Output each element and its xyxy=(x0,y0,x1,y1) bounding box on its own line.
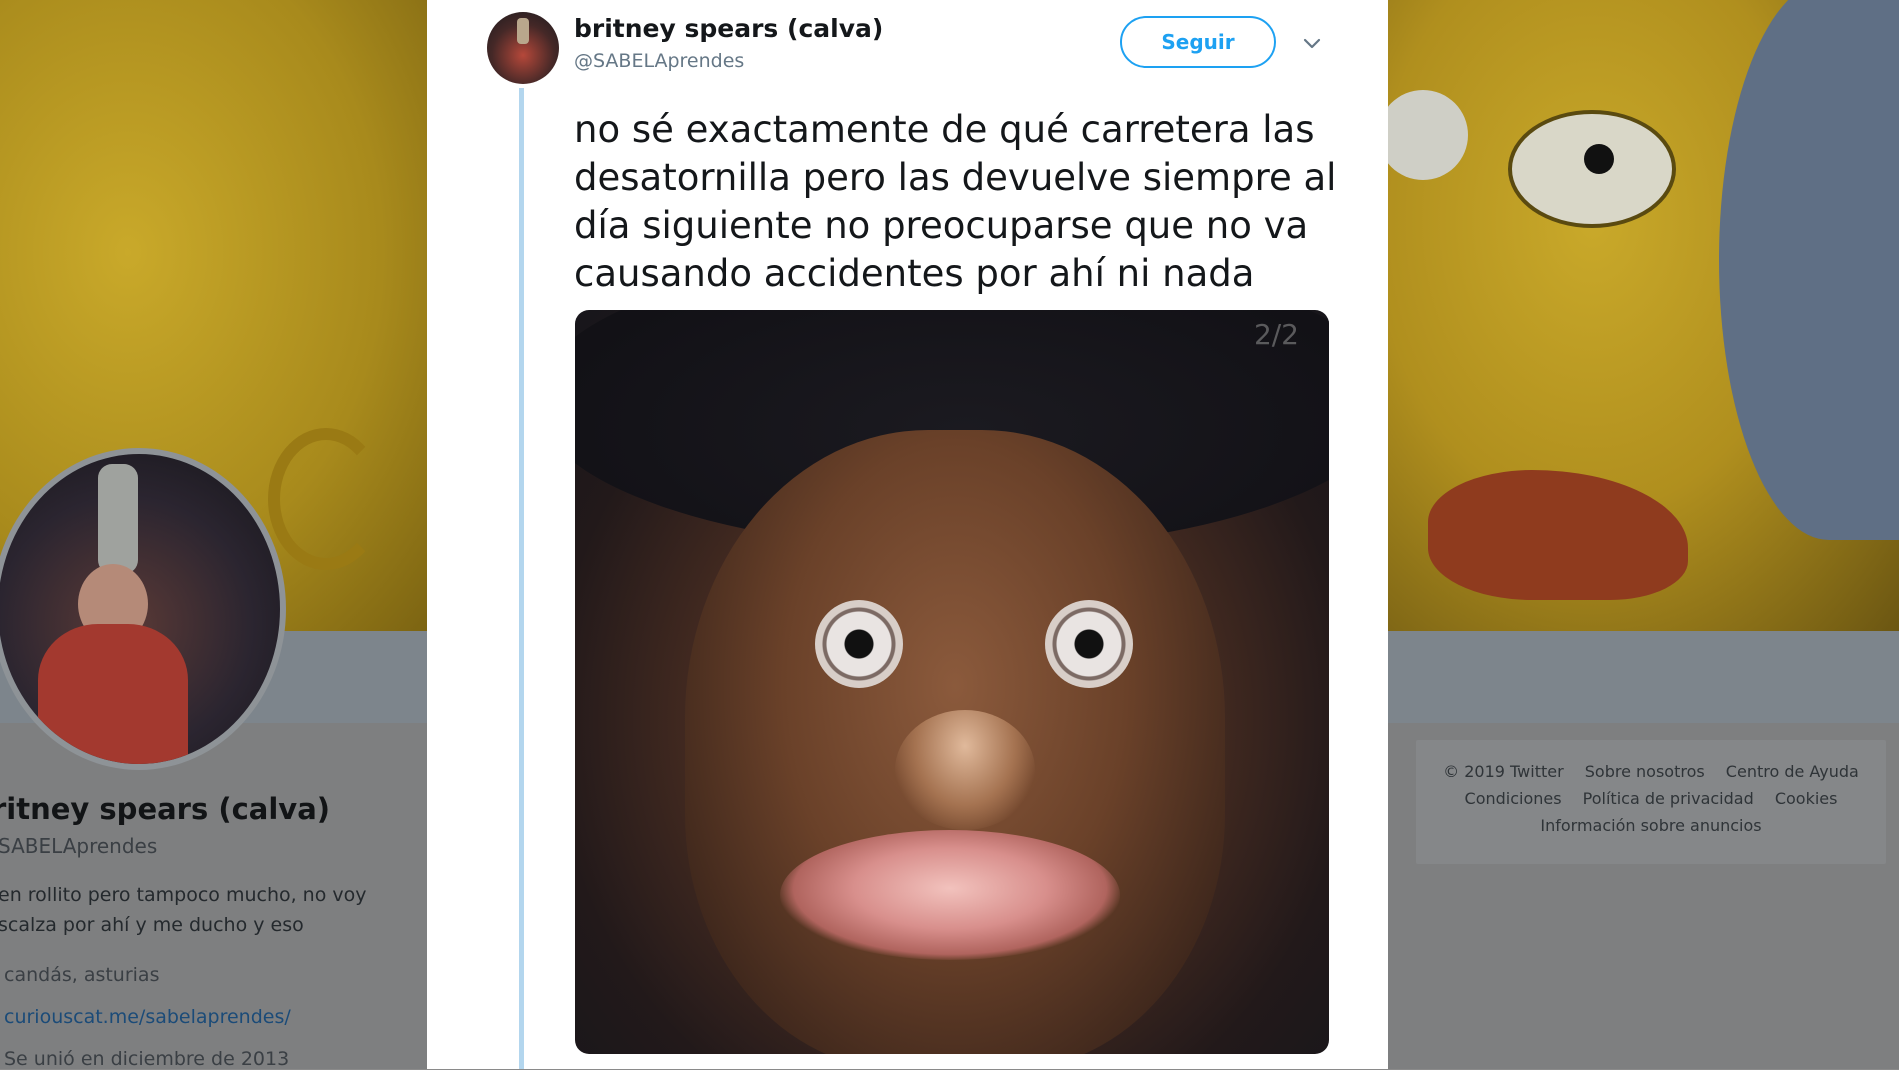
banner-mouth xyxy=(1428,470,1688,600)
avatar-bottle xyxy=(98,464,138,574)
media-nose xyxy=(895,710,1035,830)
profile-name: ritney spears (calva) xyxy=(0,792,331,826)
profile-handle: SABELAprendes xyxy=(0,834,158,858)
media-eye-left xyxy=(815,600,903,688)
tweet-text-line: causando accidentes por ahí ni nada xyxy=(574,252,1255,295)
chevron-down-icon[interactable] xyxy=(1301,34,1323,54)
footer-link-help[interactable]: Centro de Ayuda xyxy=(1726,762,1859,781)
author-name[interactable]: britney spears (calva) xyxy=(574,14,883,43)
banner-figure-shape xyxy=(1719,0,1899,540)
author-avatar[interactable] xyxy=(487,12,559,84)
banner-crescent xyxy=(268,428,384,570)
tweet-text-line: desatornilla pero las devuelve siempre a… xyxy=(574,156,1337,199)
footer-link-cookies[interactable]: Cookies xyxy=(1775,789,1838,808)
profile-bio-line-2: scalza por ahí y me ducho y eso xyxy=(0,914,304,936)
profile-joined-date: Se unió en diciembre de 2013 xyxy=(4,1048,290,1070)
media-lips xyxy=(780,830,1120,960)
footer-link-about[interactable]: Sobre nosotros xyxy=(1585,762,1705,781)
tweet-text: no sé exactamente de qué carretera las d… xyxy=(574,106,1364,298)
profile-location: candás, asturias xyxy=(4,964,160,986)
tweet-modal: britney spears (calva) @SABELAprendes Se… xyxy=(427,0,1388,1069)
tweet-text-line: día siguiente no preocuparse que no va xyxy=(574,204,1309,247)
footer-link-terms[interactable]: Condiciones xyxy=(1465,789,1562,808)
profile-banner-right xyxy=(1388,0,1899,631)
profile-avatar[interactable] xyxy=(0,448,286,770)
footer-row-1: © 2019 Twitter Sobre nosotros Centro de … xyxy=(1416,762,1886,781)
media-counter: 2/2 xyxy=(1253,318,1299,351)
avatar-bottle xyxy=(517,18,529,44)
tweet-media-image[interactable]: 2/2 xyxy=(575,310,1329,1054)
profile-link[interactable]: curiouscat.me/sabelaprendes/ xyxy=(4,1006,291,1028)
banner-pupil xyxy=(1584,144,1614,174)
media-eye-right xyxy=(1045,600,1133,688)
footer-link-privacy[interactable]: Política de privacidad xyxy=(1583,789,1754,808)
follow-button[interactable]: Seguir xyxy=(1120,16,1276,68)
footer-link-ads-info[interactable]: Información sobre anuncios xyxy=(1540,816,1761,835)
footer-copyright: © 2019 Twitter xyxy=(1443,762,1564,781)
footer-row-3: Información sobre anuncios xyxy=(1416,816,1886,835)
footer-links: © 2019 Twitter Sobre nosotros Centro de … xyxy=(1416,740,1886,864)
banner-eye-right xyxy=(1508,110,1676,228)
author-handle[interactable]: @SABELAprendes xyxy=(574,50,744,72)
profile-bio-line-1: en rollito pero tampoco mucho, no voy xyxy=(0,884,367,906)
tweet-text-line: no sé exactamente de qué carretera las xyxy=(574,108,1315,151)
thread-line xyxy=(519,88,524,1069)
profile-nav-strip-right xyxy=(1388,631,1899,723)
footer-row-2: Condiciones Política de privacidad Cooki… xyxy=(1416,789,1886,808)
banner-eye-left xyxy=(1388,90,1468,180)
avatar-shirt xyxy=(38,624,188,764)
